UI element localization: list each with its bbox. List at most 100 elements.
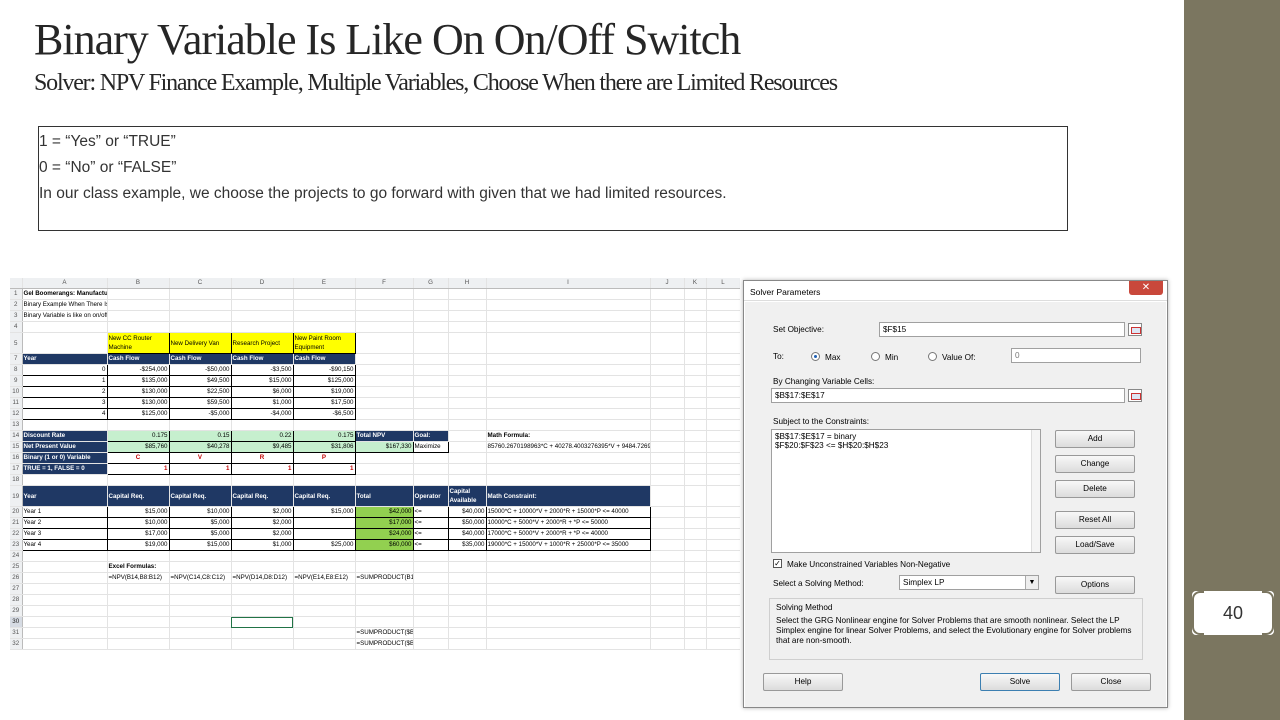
cell[interactable]: Operator (413, 485, 449, 508)
cell[interactable] (684, 594, 707, 607)
cell[interactable] (448, 332, 487, 355)
cell[interactable]: Capital Req. (169, 485, 232, 508)
cell[interactable]: $130,000 (106, 386, 170, 399)
cell[interactable]: <= (412, 539, 449, 552)
cell[interactable] (231, 288, 294, 301)
options-button[interactable]: Options (1055, 576, 1135, 594)
cell[interactable]: 1 (21, 375, 108, 388)
value-of-radio[interactable] (928, 352, 937, 361)
cell[interactable] (706, 288, 740, 301)
cell[interactable] (706, 310, 740, 323)
reset-all-button[interactable]: Reset All (1055, 511, 1135, 529)
cell[interactable]: 1 (168, 463, 232, 476)
cell[interactable] (107, 321, 170, 334)
cell[interactable] (706, 594, 740, 607)
cell[interactable] (684, 583, 707, 596)
cell[interactable]: Year (22, 485, 108, 508)
cell[interactable] (486, 288, 651, 301)
cell[interactable]: <= (412, 517, 449, 530)
cell[interactable] (684, 506, 707, 519)
cell[interactable] (413, 419, 449, 432)
cell[interactable] (486, 364, 651, 377)
cell[interactable] (684, 364, 707, 377)
cell[interactable] (231, 605, 294, 618)
cell[interactable]: Cash Flow (169, 353, 232, 366)
cell[interactable] (293, 550, 356, 563)
cell[interactable] (706, 528, 740, 541)
cell[interactable]: Year 2 (21, 517, 108, 530)
cell[interactable]: $15,000 (230, 375, 294, 388)
row-header[interactable]: 31 (10, 627, 23, 640)
cell[interactable] (706, 506, 740, 519)
cell[interactable] (169, 583, 232, 596)
constraint-item[interactable]: $B$17:$E$17 = binary (775, 432, 1037, 441)
cell[interactable]: $5,000 (168, 528, 232, 541)
column-header[interactable]: I (486, 278, 651, 290)
cell[interactable] (413, 627, 449, 640)
row-header[interactable]: 7 (10, 353, 23, 366)
cell[interactable] (706, 364, 740, 377)
cell[interactable] (650, 485, 685, 508)
cell[interactable] (448, 408, 487, 421)
cell[interactable]: 0.175 (106, 430, 170, 443)
cell[interactable]: Capital Req. (293, 485, 356, 508)
cell[interactable]: Year (22, 353, 108, 366)
cell[interactable] (22, 605, 108, 618)
cell[interactable] (22, 332, 108, 355)
cell[interactable] (706, 430, 740, 443)
cell[interactable] (684, 397, 707, 410)
cell[interactable] (706, 452, 740, 465)
cell[interactable] (650, 375, 685, 388)
cell[interactable] (355, 299, 414, 312)
cell[interactable] (107, 627, 170, 640)
cell[interactable]: Year 3 (21, 528, 108, 541)
cell[interactable] (684, 452, 707, 465)
cell[interactable] (22, 572, 108, 585)
row-header[interactable]: 11 (10, 397, 23, 410)
cell[interactable]: =SUMPRODUCT(B15:E15,B17:E17) (355, 572, 414, 585)
cell[interactable] (293, 627, 356, 640)
row-header[interactable]: 28 (10, 594, 23, 607)
cell[interactable]: Binary Example When There Is Limited Cap… (22, 299, 108, 312)
cell[interactable] (684, 517, 707, 530)
column-header[interactable]: L (706, 278, 740, 290)
cell[interactable]: -$254,000 (106, 364, 170, 377)
cell[interactable]: Cash Flow (107, 353, 170, 366)
cell[interactable] (448, 397, 487, 410)
cell[interactable]: -$6,500 (292, 408, 356, 421)
cell[interactable] (107, 583, 170, 596)
cell[interactable] (486, 310, 651, 323)
cell[interactable] (486, 375, 651, 388)
row-header[interactable]: 29 (10, 605, 23, 618)
cell[interactable]: $15,000 (106, 506, 170, 519)
cell[interactable]: Cash Flow (293, 353, 356, 366)
cell[interactable] (706, 321, 740, 334)
cell[interactable] (169, 310, 232, 323)
cell[interactable] (413, 310, 449, 323)
cell[interactable] (486, 550, 651, 563)
cell[interactable] (486, 627, 651, 640)
cell[interactable] (355, 561, 414, 574)
cell[interactable] (355, 583, 414, 596)
cell[interactable] (448, 616, 487, 629)
cell[interactable] (107, 594, 170, 607)
cell[interactable] (413, 452, 449, 465)
cell[interactable] (448, 452, 487, 465)
cell[interactable] (107, 474, 170, 487)
cell[interactable] (706, 397, 740, 410)
cell[interactable] (355, 419, 414, 432)
cell[interactable] (413, 605, 449, 618)
constraints-list[interactable]: $B$17:$E$17 = binary $F$20:$F$23 <= $H$2… (771, 429, 1041, 553)
cell[interactable]: $17,000 (354, 517, 414, 530)
cell[interactable] (22, 638, 108, 650)
cell[interactable] (650, 332, 685, 355)
cell[interactable] (22, 321, 108, 334)
cell[interactable] (107, 605, 170, 618)
cell[interactable] (650, 299, 685, 312)
cell[interactable]: Capital Req. (231, 485, 294, 508)
cell[interactable] (413, 638, 449, 650)
cell[interactable] (448, 288, 487, 301)
cell[interactable] (293, 605, 356, 618)
cell[interactable] (231, 594, 294, 607)
cell[interactable] (684, 310, 707, 323)
